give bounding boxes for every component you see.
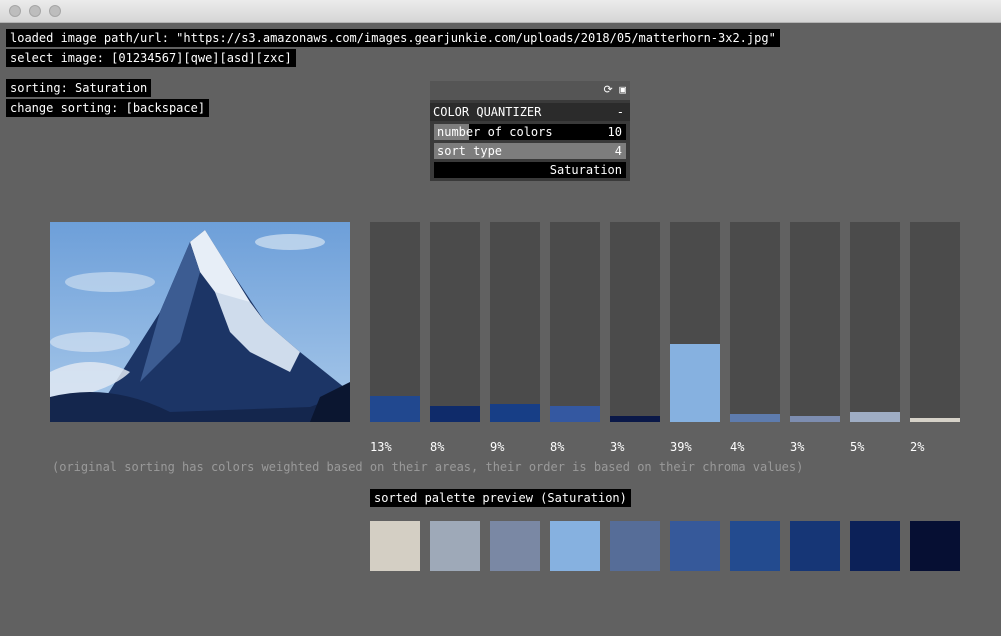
group-title: COLOR QUANTIZER (433, 105, 542, 119)
bar-percent-label: 4% (730, 440, 745, 454)
close-window-button[interactable] (9, 5, 21, 17)
collapse-icon[interactable]: - (617, 103, 624, 121)
bar-percent-label: 3% (610, 440, 625, 454)
loaded-image (50, 222, 350, 422)
palette-swatch (550, 521, 600, 571)
bar-track (670, 222, 720, 422)
slider-label: sort type (437, 144, 503, 158)
palette-swatch (910, 521, 960, 571)
palette-swatch (730, 521, 780, 571)
bar-percent-label: 5% (850, 440, 865, 454)
bar (730, 414, 780, 422)
select-image-hint: select image: [01234567][qwe][asd][zxc] (6, 49, 296, 67)
bar-percent-label: 8% (550, 440, 565, 454)
bar-track (370, 222, 420, 422)
bar-track (430, 222, 480, 422)
slider-label: number of colors (437, 125, 553, 139)
minimize-window-button[interactable] (29, 5, 41, 17)
reload-icon[interactable]: ⟳ (604, 83, 613, 96)
bar-percent-label: 3% (790, 440, 805, 454)
bar (610, 416, 660, 422)
bar-track (550, 222, 600, 422)
bar (670, 344, 720, 422)
palette-swatch (790, 521, 840, 571)
dropdown-value: Saturation (549, 163, 622, 177)
bar (370, 396, 420, 422)
save-icon[interactable]: ▣ (619, 83, 626, 96)
bar-percent-label: 39% (670, 440, 692, 454)
palette-swatch (370, 521, 420, 571)
slider-value: 10 (607, 125, 622, 139)
zoom-window-button[interactable] (49, 5, 61, 17)
palette-swatch (430, 521, 480, 571)
bar (550, 406, 600, 422)
bar-track (730, 222, 780, 422)
bar-percent-label: 8% (430, 440, 445, 454)
sorting-note: (original sorting has colors weighted ba… (52, 460, 804, 474)
bar (430, 406, 480, 422)
palette-swatch (490, 521, 540, 571)
color-quantizer-panel: ⟳ ▣ COLOR QUANTIZER - number of colors 1… (430, 81, 630, 181)
bar (490, 404, 540, 422)
preview-title: sorted palette preview (Saturation) (370, 489, 631, 507)
number-of-colors-slider[interactable]: number of colors 10 (434, 124, 626, 140)
bar-track (790, 222, 840, 422)
slider-value: 4 (614, 144, 622, 158)
bar-track (490, 222, 540, 422)
bar-percent-label: 13% (370, 440, 392, 454)
window-titlebar (0, 0, 1001, 23)
panel-header[interactable]: ⟳ ▣ (430, 81, 630, 100)
palette-swatch (670, 521, 720, 571)
bar-percent-label: 9% (490, 440, 505, 454)
loaded-image-path: loaded image path/url: "https://s3.amazo… (6, 29, 780, 47)
sorting-label: sorting: Saturation (6, 79, 152, 97)
group-header[interactable]: COLOR QUANTIZER - (430, 103, 630, 121)
palette-swatch (610, 521, 660, 571)
palette-swatch (850, 521, 900, 571)
bar (790, 416, 840, 422)
change-sorting-hint: change sorting: [backspace] (6, 99, 210, 117)
bar (850, 412, 900, 422)
bar-track (610, 222, 660, 422)
bar (910, 418, 960, 422)
bar-percent-label: 2% (910, 440, 925, 454)
bar-track (850, 222, 900, 422)
sort-mode-dropdown[interactable]: Saturation (434, 162, 626, 178)
bar-track (910, 222, 960, 422)
sort-type-slider[interactable]: sort type 4 (434, 143, 626, 159)
